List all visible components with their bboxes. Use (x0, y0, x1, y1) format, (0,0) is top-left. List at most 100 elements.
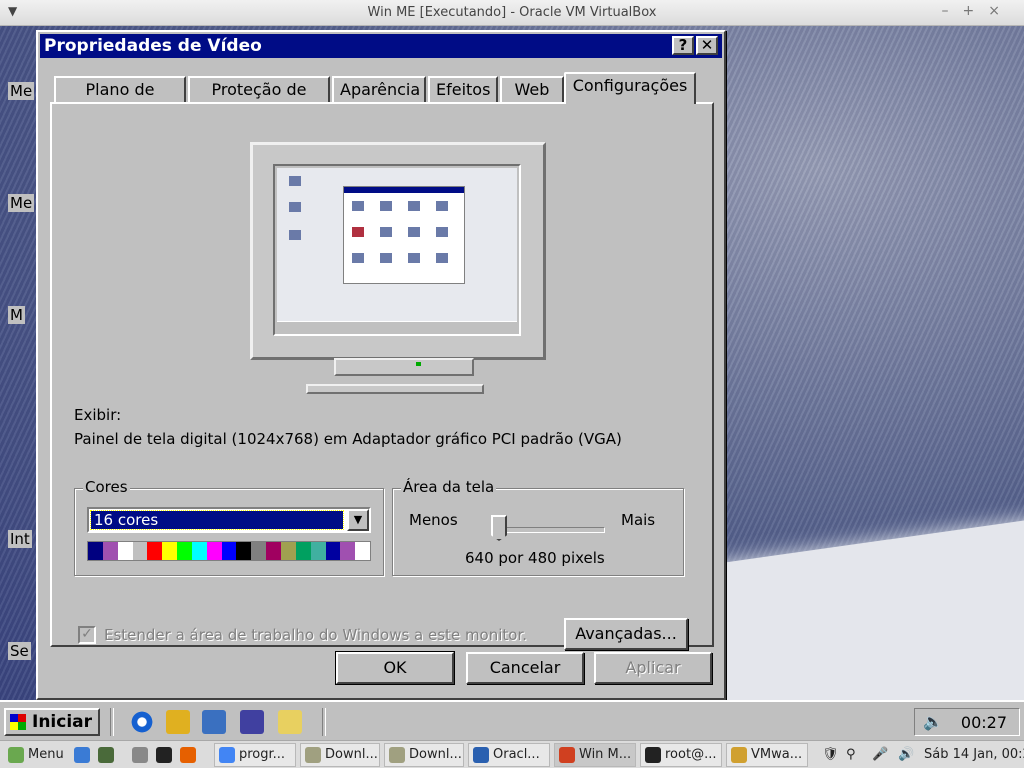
palette-swatch (340, 542, 356, 560)
preview-icon (289, 230, 301, 240)
chrome-icon (219, 746, 235, 763)
display-label: Exibir: (74, 406, 122, 424)
monitor-neck (334, 358, 474, 376)
show-desktop-icon[interactable] (202, 710, 226, 734)
desktop-icon-label[interactable]: Se (8, 642, 31, 660)
preview-taskbar (277, 321, 517, 332)
apply-button[interactable]: Aplicar (594, 652, 712, 684)
preview-desktop (277, 168, 517, 332)
start-button[interactable]: Iniciar (4, 708, 100, 736)
host-window-controls[interactable]: –+× (942, 3, 1014, 19)
tab-effects[interactable]: Efeitos (428, 76, 498, 102)
tab-web[interactable]: Web (500, 76, 564, 102)
display-properties-dialog: Propriedades de Vídeo ? ✕ Plano de fundo… (36, 30, 726, 700)
screen-area-legend: Área da tela (401, 478, 497, 496)
chevron-down-icon[interactable]: ▼ (347, 509, 369, 531)
start-button-label: Iniciar (32, 712, 93, 732)
terminal-launcher-icon[interactable] (98, 745, 118, 765)
folder-icon (389, 746, 405, 763)
desktop-icon-label[interactable]: Me (8, 82, 35, 100)
resolution-slider-thumb[interactable] (491, 515, 507, 541)
palette-swatch (295, 542, 311, 560)
mint-logo-icon (8, 746, 24, 763)
tab-settings[interactable]: Configurações (564, 72, 696, 104)
display-value: Painel de tela digital (1024x768) em Ada… (74, 430, 622, 448)
outlook-express-icon[interactable] (166, 710, 190, 734)
palette-swatch (325, 542, 341, 560)
palette-swatch (266, 542, 281, 560)
host-menu-label: Menu (28, 747, 64, 762)
media-player-icon[interactable] (240, 710, 264, 734)
host-menu-button[interactable]: Menu (8, 745, 64, 765)
palette-swatch (191, 542, 207, 560)
resolution-slider-track[interactable] (493, 527, 605, 533)
preview-window (343, 186, 465, 284)
volume-icon[interactable]: 🔈 (923, 712, 943, 731)
host-task-button[interactable]: Win M... (554, 743, 636, 767)
palette-swatch (236, 542, 252, 560)
guest-taskbar: Iniciar 🔈 00:27 (0, 700, 1024, 740)
palette-swatch (206, 542, 222, 560)
advanced-button[interactable]: Avançadas... (564, 618, 688, 650)
tab-screensaver[interactable]: Proteção de tela (188, 76, 330, 123)
colors-dropdown[interactable]: 16 cores ▼ (87, 507, 371, 533)
vmware-icon (731, 746, 747, 763)
palette-swatch (221, 542, 237, 560)
dialog-titlebar[interactable]: Propriedades de Vídeo ? ✕ (40, 34, 722, 58)
palette-swatch (310, 542, 326, 560)
palette-swatch (117, 542, 133, 560)
screen-area-group: Área da tela Menos Mais 640 por 480 pixe… (392, 478, 684, 576)
host-window-title: Win ME [Executando] - Oracle VM VirtualB… (367, 5, 657, 20)
dialog-title: Propriedades de Vídeo (44, 36, 262, 56)
host-task-button[interactable]: Downl... (300, 743, 380, 767)
colors-group: Cores 16 cores ▼ (74, 478, 384, 576)
files-launcher-icon[interactable] (132, 745, 152, 765)
tab-appearance[interactable]: Aparência (332, 76, 426, 102)
volume-icon[interactable]: 🔊 (898, 745, 914, 765)
resolution-value: 640 por 480 pixels (465, 549, 605, 567)
network-icon[interactable]: ⚲ (846, 745, 856, 765)
host-task-button[interactable]: root@... (640, 743, 722, 767)
shield-icon[interactable]: 🛡 (822, 745, 839, 765)
palette-swatch (88, 542, 103, 560)
host-task-button[interactable]: VMwa... (726, 743, 808, 767)
color-palette-strip (87, 541, 371, 561)
close-button[interactable]: ✕ (696, 36, 718, 55)
taskbar-separator (322, 708, 326, 736)
desktop-icon-label[interactable]: M (8, 306, 25, 324)
show-desktop-icon[interactable] (74, 745, 94, 765)
palette-swatch (280, 542, 296, 560)
guest-desktop: Me Me M Int Se Propriedades de Vídeo ? ✕… (0, 26, 1024, 740)
firefox-launcher-icon[interactable] (180, 745, 200, 765)
folder-icon[interactable] (278, 710, 302, 734)
palette-swatch (355, 542, 371, 560)
guest-clock: 00:27 (960, 713, 1007, 732)
host-task-button[interactable]: Oracl... (468, 743, 550, 767)
taskbar-separator (110, 708, 114, 736)
preview-icon (289, 202, 301, 212)
extend-desktop-checkbox[interactable]: ✓ (78, 626, 96, 644)
internet-explorer-icon[interactable] (130, 710, 154, 734)
colors-legend: Cores (83, 478, 130, 496)
cancel-button[interactable]: Cancelar (466, 652, 584, 684)
extend-desktop-label: Estender a área de trabalho do Windows a… (104, 626, 528, 644)
help-button[interactable]: ? (672, 36, 694, 55)
monitor-base (306, 384, 484, 394)
monitor-screen (273, 164, 521, 336)
desktop-icon-label[interactable]: Int (8, 530, 32, 548)
host-task-button[interactable]: Downl... (384, 743, 464, 767)
palette-swatch (147, 542, 163, 560)
console-launcher-icon[interactable] (156, 745, 176, 765)
microphone-icon[interactable]: 🎤 (872, 745, 888, 765)
monitor-preview (250, 142, 546, 360)
colors-selected-value: 16 cores (90, 510, 344, 530)
virtualbox-icon (473, 746, 489, 763)
tab-background[interactable]: Plano de fundo (54, 76, 186, 123)
palette-swatch (132, 542, 148, 560)
host-task-button[interactable]: progr... (214, 743, 296, 767)
palette-swatch (177, 542, 192, 560)
ok-button[interactable]: OK (335, 651, 455, 685)
desktop-icon-label[interactable]: Me (8, 194, 35, 212)
windows-logo-icon (10, 714, 26, 730)
folder-icon (305, 746, 321, 763)
